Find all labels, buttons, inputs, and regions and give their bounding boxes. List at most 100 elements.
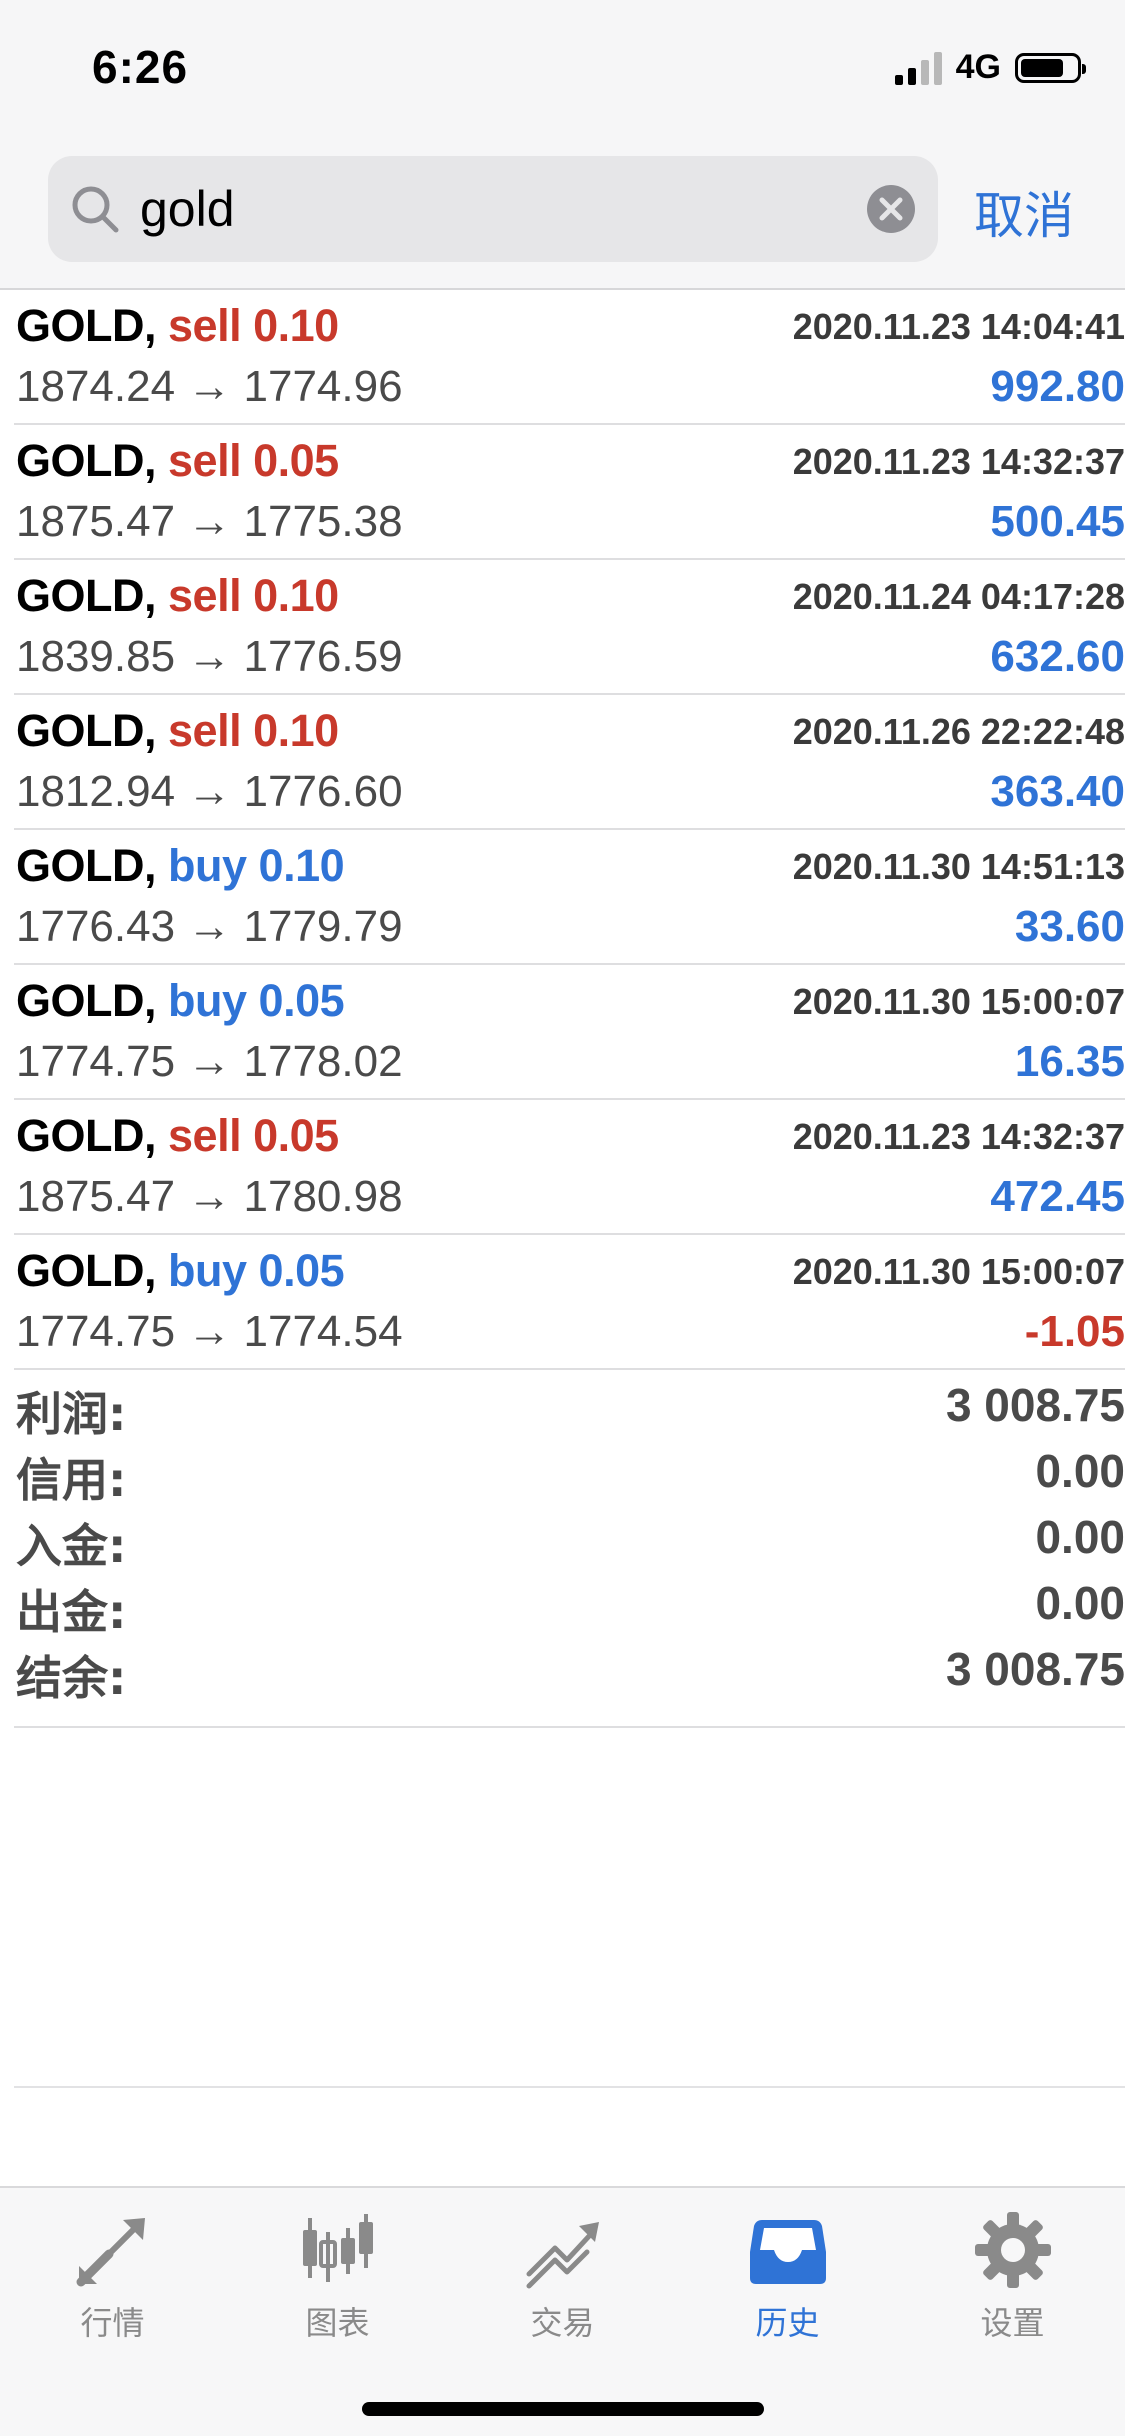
row-type: sell (168, 435, 242, 486)
history-row[interactable]: GOLD, sell 0.10 2020.11.23 14:04:41 1874… (14, 290, 1125, 425)
row-type: sell (168, 300, 242, 351)
cellular-signal-icon (894, 51, 942, 85)
summary-row-balance: 结余: 3 008.75 (14, 1634, 1125, 1705)
search-icon (72, 186, 119, 233)
row-prices: 1776.43 → 1779.79 (16, 902, 403, 951)
row-symbol-type: GOLD, buy 0.05 (16, 1245, 345, 1297)
summary-row-deposit: 入金: 0.00 (14, 1502, 1125, 1573)
summary-value: 0.00 (1035, 1577, 1125, 1629)
history-inbox-icon (749, 2220, 826, 2284)
history-list: GOLD, sell 0.10 2020.11.23 14:04:41 1874… (0, 290, 1125, 1370)
tab-history[interactable]: 历史 (675, 2208, 900, 2342)
row-date: 2020.11.30 15:00:07 (792, 1251, 1125, 1292)
home-indicator[interactable] (362, 2402, 764, 2416)
summary-value: 0.00 (1035, 1511, 1125, 1563)
tab-label: 历史 (755, 2304, 820, 2342)
summary-value: 3 008.75 (945, 1379, 1125, 1431)
summary-label: 信用: (16, 1453, 127, 1507)
row-prices: 1839.85 → 1776.59 (16, 632, 403, 681)
row-type: buy (168, 975, 247, 1026)
tab-label: 交易 (530, 2304, 595, 2342)
account-summary: 利润: 3 008.75 信用: 0.00 入金: 0.00 出金: 0.00 … (14, 1370, 1125, 1728)
tab-chart[interactable]: 图表 (225, 2208, 450, 2342)
row-profit: -1.05 (1024, 1307, 1125, 1356)
summary-row-credit: 信用: 0.00 (14, 1436, 1125, 1507)
gear-icon (974, 2212, 1051, 2288)
row-volume: 0.05 (253, 1110, 339, 1161)
row-date: 2020.11.30 14:51:13 (792, 846, 1125, 887)
summary-label: 出金: (16, 1585, 127, 1639)
row-symbol: GOLD, (16, 435, 157, 486)
summary-value: 3 008.75 (945, 1643, 1125, 1695)
tab-trade[interactable]: 交易 (450, 2208, 675, 2342)
row-volume: 0.10 (253, 570, 339, 621)
row-volume: 0.10 (253, 705, 339, 756)
tab-settings[interactable]: 设置 (900, 2208, 1125, 2342)
row-type: sell (168, 570, 242, 621)
row-symbol-type: GOLD, buy 0.05 (16, 975, 345, 1027)
row-date: 2020.11.23 14:32:37 (792, 1116, 1125, 1157)
row-symbol: GOLD, (16, 705, 157, 756)
row-symbol: GOLD, (16, 975, 157, 1026)
history-row[interactable]: GOLD, buy 0.10 2020.11.30 14:51:13 1776.… (14, 830, 1125, 965)
row-prices: 1874.24 → 1774.96 (16, 362, 403, 411)
history-row[interactable]: GOLD, sell 0.10 2020.11.24 04:17:28 1839… (14, 560, 1125, 695)
row-volume: 0.10 (258, 840, 345, 891)
row-symbol-type: GOLD, sell 0.10 (16, 300, 339, 352)
trade-trend-icon (526, 2222, 599, 2289)
status-bar: 6:26 4G (0, 0, 1125, 140)
row-profit: 500.45 (990, 497, 1125, 546)
row-symbol: GOLD, (16, 840, 157, 891)
row-date: 2020.11.24 04:17:28 (792, 576, 1125, 617)
cancel-button[interactable]: 取消 (974, 176, 1074, 248)
tab-label: 图表 (305, 2304, 370, 2342)
summary-label: 利润: (16, 1387, 127, 1441)
history-row[interactable]: GOLD, buy 0.05 2020.11.30 15:00:07 1774.… (14, 1235, 1125, 1370)
row-volume: 0.05 (253, 435, 339, 486)
candlestick-chart-icon (302, 2214, 373, 2282)
battery-icon (1015, 52, 1086, 83)
search-bar: 取消 (0, 140, 1125, 290)
status-time: 6:26 (92, 41, 189, 93)
search-box[interactable] (48, 156, 938, 262)
row-profit: 363.40 (990, 767, 1125, 816)
row-type: buy (168, 840, 247, 891)
summary-value: 0.00 (1035, 1445, 1125, 1497)
network-type: 4G (955, 48, 1001, 86)
search-input[interactable] (140, 176, 800, 242)
history-row[interactable]: GOLD, sell 0.05 2020.11.23 14:32:37 1875… (14, 1100, 1125, 1235)
row-type: buy (168, 1245, 247, 1296)
summary-row-profit: 利润: 3 008.75 (14, 1370, 1125, 1441)
tab-quotes[interactable]: 行情 (0, 2208, 225, 2342)
row-symbol: GOLD, (16, 300, 157, 351)
row-volume: 0.05 (258, 1245, 345, 1296)
row-volume: 0.05 (258, 975, 345, 1026)
divider (14, 2086, 1125, 2088)
row-prices: 1875.47 → 1780.98 (16, 1172, 403, 1221)
row-profit: 33.60 (1014, 902, 1125, 951)
row-symbol-type: GOLD, sell 0.05 (16, 435, 339, 487)
summary-label: 结余: (16, 1651, 127, 1705)
row-date: 2020.11.23 14:32:37 (792, 441, 1125, 482)
row-symbol: GOLD, (16, 570, 157, 621)
row-symbol-type: GOLD, sell 0.10 (16, 570, 339, 622)
history-row[interactable]: GOLD, sell 0.05 2020.11.23 14:32:37 1875… (14, 425, 1125, 560)
row-prices: 1875.47 → 1775.38 (16, 497, 403, 546)
summary-row-withdrawal: 出金: 0.00 (14, 1568, 1125, 1639)
history-row[interactable]: GOLD, buy 0.05 2020.11.30 15:00:07 1774.… (14, 965, 1125, 1100)
row-profit: 992.80 (990, 362, 1125, 411)
summary-label: 入金: (16, 1519, 127, 1573)
row-prices: 1812.94 → 1776.60 (16, 767, 403, 816)
clear-search-icon[interactable] (866, 184, 916, 234)
quotes-arrows-icon (76, 2218, 145, 2287)
row-symbol-type: GOLD, sell 0.10 (16, 705, 339, 757)
history-row[interactable]: GOLD, sell 0.10 2020.11.26 22:22:48 1812… (14, 695, 1125, 830)
row-volume: 0.10 (253, 300, 339, 351)
row-symbol: GOLD, (16, 1110, 157, 1161)
row-profit: 472.45 (990, 1172, 1125, 1221)
row-profit: 16.35 (1014, 1037, 1125, 1086)
row-date: 2020.11.30 15:00:07 (792, 981, 1125, 1022)
row-type: sell (168, 705, 242, 756)
tab-bar: 行情 图表 交易 历史 设置 (0, 2186, 1125, 2436)
row-type: sell (168, 1110, 242, 1161)
